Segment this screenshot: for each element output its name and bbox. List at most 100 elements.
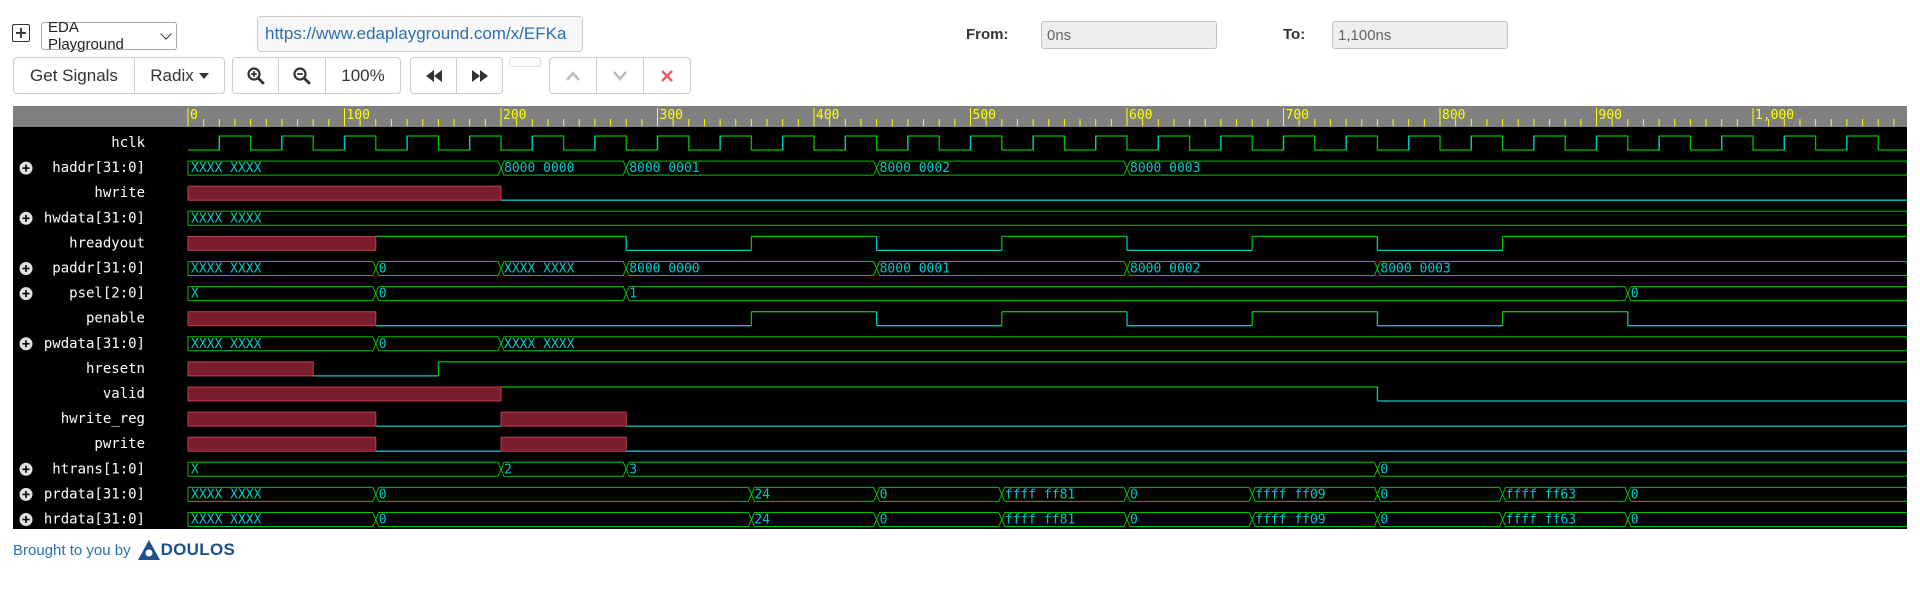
bus-value: 0: [1631, 513, 1639, 528]
bus-value: 1: [629, 287, 637, 302]
to-input[interactable]: 1,100ns: [1332, 21, 1508, 49]
bus-segment: [625, 286, 1629, 302]
previous-edge-button[interactable]: [549, 57, 597, 94]
scale-tick-label: 200: [503, 108, 526, 123]
bus-value: 0: [379, 487, 387, 502]
bus-value: 3: [629, 462, 637, 477]
zoom-in-button[interactable]: [232, 57, 279, 94]
small-toggle-button[interactable]: [509, 57, 541, 67]
bus-segment: [1126, 160, 1907, 176]
scale-tick-label: 600: [1129, 108, 1152, 123]
bus-value: 0: [379, 337, 387, 352]
bus-value: 8000_0000: [629, 262, 699, 277]
remove-button[interactable]: [643, 57, 691, 94]
scale-tick-label: 700: [1286, 108, 1309, 123]
doulos-logo[interactable]: DOULOS: [137, 539, 236, 561]
bus-value: 8000_0003: [1380, 262, 1450, 277]
bus-value: 8000_0000: [504, 161, 574, 176]
signal-name: hresetn: [86, 361, 145, 377]
scale-tick-label: 400: [816, 108, 839, 123]
waveform-viewer[interactable]: 0 100 200 300 400 500 600 700 800 900 1,000 hclk had…: [13, 106, 1907, 529]
scale-tick-label: 500: [973, 108, 996, 123]
bus-value: XXXX_XXXX: [191, 262, 262, 277]
bus-value: 8000_0001: [629, 161, 699, 176]
signal-name: haddr[31:0]: [52, 160, 145, 176]
bus-segment: [375, 261, 502, 276]
bus-segment: [375, 486, 752, 502]
bus-value: 0: [379, 513, 387, 528]
bus-segment: [187, 286, 377, 302]
bus-value: XXXX_XXXX: [191, 211, 262, 226]
clock-waveform: [188, 135, 1907, 151]
bus-value: ffff_ff63: [1506, 513, 1576, 528]
bus-value: XXXX_XXXX: [191, 487, 262, 502]
chevron-up-icon: [566, 70, 580, 81]
site-select[interactable]: EDA Playground: [41, 19, 177, 53]
footer: Brought to you by DOULOS: [13, 539, 235, 561]
bus-segment: [1627, 286, 1907, 302]
bus-value: 8000_0002: [1130, 262, 1200, 277]
bus-value: 0: [1631, 487, 1639, 502]
bus-value: 0: [880, 487, 888, 502]
unknown-segment: [187, 235, 377, 251]
bus-value: 0: [1380, 487, 1388, 502]
bus-segment: [1627, 486, 1907, 502]
unknown-segment: [187, 361, 314, 377]
unknown-segment: [187, 411, 377, 427]
expand-icon[interactable]: +: [12, 24, 30, 42]
bus-segment: [375, 512, 752, 527]
unknown-segment: [187, 386, 502, 402]
bus-segment: [187, 461, 502, 477]
signals-group: Get Signals Radix: [13, 57, 225, 94]
close-icon: [661, 69, 673, 82]
zoom-in-icon: [246, 66, 264, 84]
bus-value: 8000_0003: [1130, 161, 1200, 176]
bus-value: XXXX_XXXX: [504, 337, 575, 352]
scale-tick-label: 1,000: [1755, 108, 1794, 123]
bus-segment: [375, 286, 627, 302]
signal-name: hclk: [111, 135, 145, 151]
site-select-value: EDA Playground: [48, 19, 124, 53]
bus-segment: [876, 512, 1003, 527]
bus-value: XXXX_XXXX: [191, 161, 262, 176]
bus-segment: [1376, 461, 1907, 477]
bus-value: 0: [880, 513, 888, 528]
next-edge-button[interactable]: [596, 57, 644, 94]
zoom-out-button[interactable]: [278, 57, 326, 94]
waveform-canvas: 0 100 200 300 400 500 600 700 800 900 1,000hclkhad…: [19, 108, 1907, 528]
edge-group: [549, 57, 691, 94]
bus-segment: [500, 336, 1907, 352]
signal-name: paddr[31:0]: [52, 261, 145, 277]
bus-value: ffff_ff81: [1005, 487, 1075, 502]
bus-segment: [625, 461, 1378, 477]
brand-name: DOULOS: [160, 540, 236, 559]
from-input[interactable]: 0ns: [1041, 21, 1217, 49]
bus-value: 0: [1380, 462, 1388, 477]
zoom-level-button[interactable]: 100%: [325, 57, 401, 94]
brought-by-text: Brought to you by: [13, 541, 131, 559]
bus-segment: [1376, 261, 1907, 276]
bus-value: X: [191, 462, 199, 477]
bus-value: ffff_ff09: [1255, 513, 1325, 528]
get-signals-button[interactable]: Get Signals: [13, 57, 135, 94]
backward-icon: [425, 69, 442, 82]
bus-value: ffff_ff81: [1005, 513, 1075, 528]
bus-segment: [1376, 512, 1504, 527]
signal-name: pwrite: [94, 436, 145, 452]
signal-name: hrdata[31:0]: [44, 512, 145, 528]
unknown-segment: [500, 436, 627, 452]
signal-name: prdata[31:0]: [44, 486, 145, 502]
clock-falling-edges: [218, 136, 1848, 150]
bus-segment: [1126, 486, 1253, 502]
share-url[interactable]: https://www.edaplayground.com/x/EFKa: [257, 16, 583, 52]
bus-segment: [750, 486, 878, 502]
signal-name: hwrite: [94, 185, 145, 201]
go-start-button[interactable]: [410, 57, 457, 94]
go-end-button[interactable]: [456, 57, 503, 94]
bus-segment: [1126, 512, 1253, 527]
caret-down-icon: [198, 72, 209, 79]
bus-segment: [1627, 512, 1907, 527]
radix-button[interactable]: Radix: [134, 57, 225, 94]
bus-value: 0: [379, 287, 387, 302]
bus-value: 0: [1380, 513, 1388, 528]
